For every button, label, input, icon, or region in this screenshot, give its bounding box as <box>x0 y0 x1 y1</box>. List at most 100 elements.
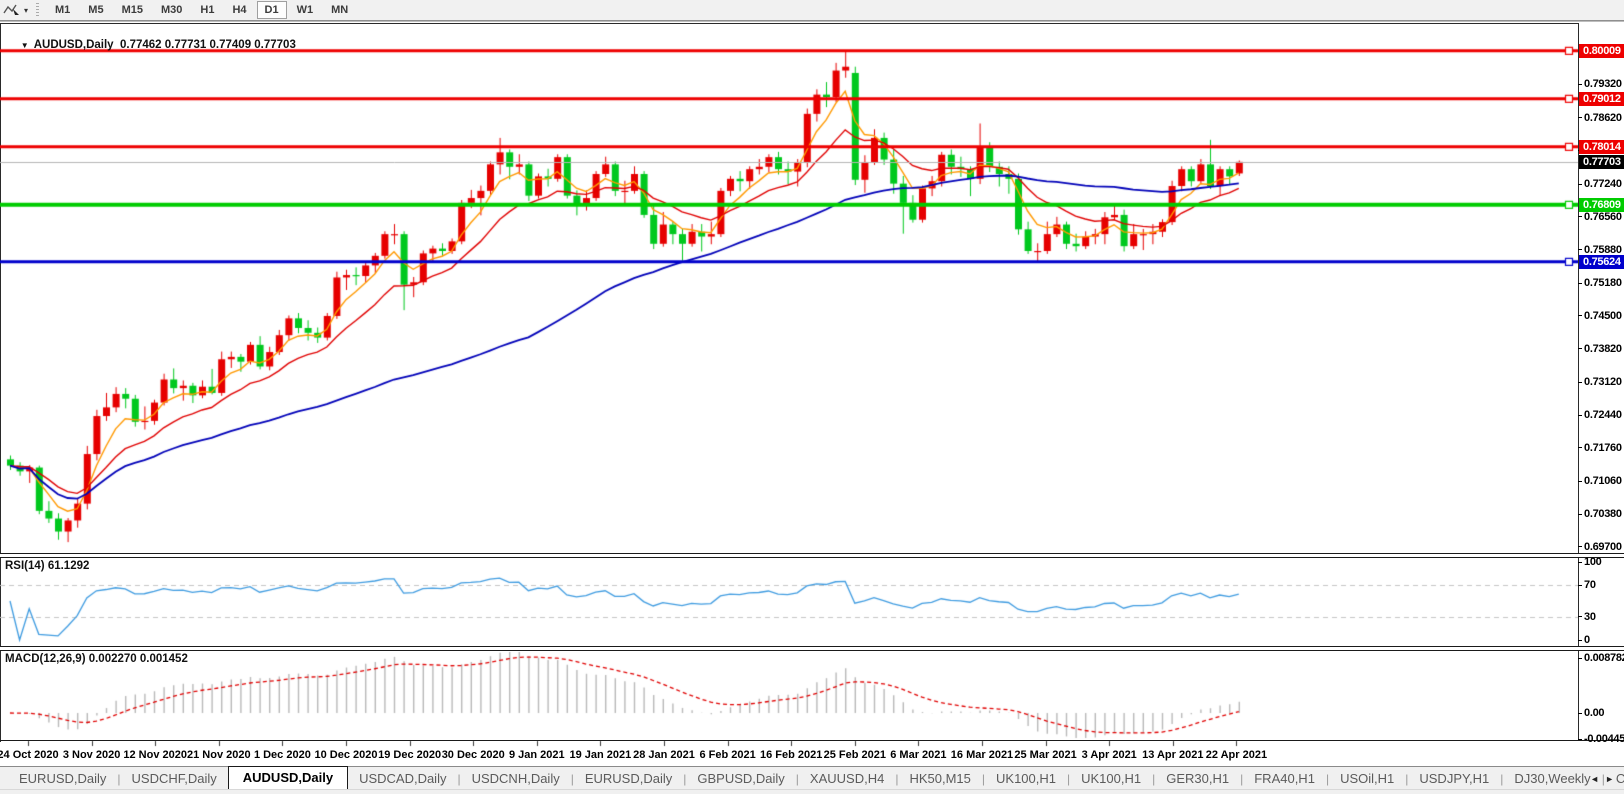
tab-dj30-weekly[interactable]: DJ30,Weekly <box>1503 769 1601 789</box>
price-tick-label: 0.72440 <box>1578 409 1622 421</box>
level-price-label[interactable]: 0.79012 <box>1579 92 1624 106</box>
price-tick-label: 0.70380 <box>1578 508 1622 520</box>
price-tick-label: 0.73120 <box>1578 376 1622 388</box>
date-label: 3 Nov 2020 <box>56 749 128 761</box>
tab-scroll-arrows[interactable]: ◄► <box>1590 774 1620 784</box>
date-label: 25 Mar 2021 <box>1010 749 1082 761</box>
chart-tool-dropdown-icon[interactable]: ▾ <box>24 6 28 15</box>
chart-menu-marker-icon[interactable]: ▼ <box>21 41 29 50</box>
tab-usdcnh-daily[interactable]: USDCNH,Daily <box>461 769 571 789</box>
axis-tick-mark <box>1578 117 1582 118</box>
bid-price-label: 0.77703 <box>1579 155 1624 169</box>
price-tick-label: 0.71060 <box>1578 475 1622 487</box>
level-price-label[interactable]: 0.75624 <box>1579 255 1624 269</box>
tab-gbpusd-daily[interactable]: GBPUSD,Daily <box>686 769 795 789</box>
timeframe-button-h1[interactable]: H1 <box>192 1 222 19</box>
axis-tick-mark <box>1578 216 1582 217</box>
status-bar <box>0 789 1624 794</box>
pane-splitter-rsi[interactable] <box>0 553 1624 558</box>
pane-splitter-macd[interactable] <box>0 646 1624 651</box>
tab-scroll-left-icon[interactable]: ◄ <box>1590 774 1605 784</box>
date-label: 1 Dec 2020 <box>246 749 318 761</box>
axis-tick-mark <box>1578 315 1582 316</box>
rsi-scale-label: 100 <box>1578 556 1601 568</box>
timeframe-button-w1[interactable]: W1 <box>289 1 322 19</box>
tab-uk100-h1[interactable]: UK100,H1 <box>1070 769 1152 789</box>
axis-tick-mark <box>1578 249 1582 250</box>
date-label: 6 Feb 2021 <box>692 749 764 761</box>
level-price-label[interactable]: 0.78014 <box>1579 140 1624 154</box>
date-label: 19 Jan 2021 <box>564 749 636 761</box>
timeframe-button-m15[interactable]: M15 <box>114 1 151 19</box>
macd-indicator-label: MACD(12,26,9) 0.002270 0.001452 <box>5 653 188 665</box>
date-label: 22 Apr 2021 <box>1200 749 1272 761</box>
tab-ger30-h1[interactable]: GER30,H1 <box>1155 769 1240 789</box>
date-label: 24 Oct 2020 <box>0 749 64 761</box>
rsi-scale-label: 30 <box>1578 611 1596 623</box>
axis-tick-mark <box>1578 514 1582 515</box>
axis-tick-mark <box>1578 382 1582 383</box>
price-tick-label: 0.75880 <box>1578 244 1622 256</box>
date-label: 12 Nov 2020 <box>119 749 191 761</box>
tab-hk50-m15[interactable]: HK50,M15 <box>898 769 981 789</box>
level-price-label[interactable]: 0.80009 <box>1579 44 1624 58</box>
price-tick-label: 0.76560 <box>1578 211 1622 223</box>
chart-canvas[interactable] <box>0 23 1578 766</box>
symbol-name: AUDUSD,Daily <box>34 39 114 51</box>
rsi-scale-label: 0 <box>1578 634 1590 646</box>
top-toolbar: ▾ M1M5M15M30H1H4D1W1MN <box>0 0 1624 21</box>
chart-symbol-title: ▼ AUDUSD,Daily 0.77462 0.77731 0.77409 0.… <box>8 27 296 63</box>
axis-tick-mark <box>1578 348 1582 349</box>
price-tick-label: 0.77240 <box>1578 178 1622 190</box>
level-price-label[interactable]: 0.76809 <box>1579 198 1624 212</box>
timeframe-buttons: M1M5M15M30H1H4D1W1MN <box>46 1 357 19</box>
timeframe-button-h4[interactable]: H4 <box>224 1 254 19</box>
date-label: 30 Dec 2020 <box>437 749 509 761</box>
timeframe-button-m5[interactable]: M5 <box>80 1 111 19</box>
axis-tick-mark <box>1578 84 1582 85</box>
price-tick-label: 0.78620 <box>1578 112 1622 124</box>
macd-scale-label: 0.00 <box>1578 707 1604 719</box>
axis-tick-mark <box>1578 283 1582 284</box>
date-label: 16 Mar 2021 <box>946 749 1018 761</box>
tab-usdchf-daily[interactable]: USDCHF,Daily <box>121 769 228 789</box>
axis-tick-mark <box>1578 415 1582 416</box>
price-tick-label: 0.74500 <box>1578 310 1622 322</box>
date-label: 9 Jan 2021 <box>501 749 573 761</box>
tab-eurusd-daily[interactable]: EURUSD,Daily <box>8 769 117 789</box>
tab-uk100-h1[interactable]: UK100,H1 <box>985 769 1067 789</box>
macd-scale-label: 0.008782 <box>1578 652 1624 664</box>
price-tick-label: 0.75180 <box>1578 277 1622 289</box>
ohlc-values: 0.77462 0.77731 0.77409 0.77703 <box>120 39 296 51</box>
price-tick-label: 0.73820 <box>1578 343 1622 355</box>
timeframe-button-mn[interactable]: MN <box>323 1 356 19</box>
tab-usdjpy-h1[interactable]: USDJPY,H1 <box>1408 769 1500 789</box>
chart-bottom-border <box>0 740 1624 741</box>
window-divider <box>0 21 1624 22</box>
price-tick-label: 0.79320 <box>1578 78 1622 90</box>
tab-usoil-h1[interactable]: USOil,H1 <box>1329 769 1405 789</box>
chart-cursor-tool-icon[interactable] <box>0 2 24 18</box>
date-label: 3 Apr 2021 <box>1073 749 1145 761</box>
date-label: 28 Jan 2021 <box>628 749 700 761</box>
timeframe-button-m30[interactable]: M30 <box>153 1 190 19</box>
timeframe-button-d1[interactable]: D1 <box>257 1 287 19</box>
tab-fra40-h1[interactable]: FRA40,H1 <box>1243 769 1326 789</box>
axis-tick-mark <box>1578 546 1582 547</box>
tab-usdcad-daily[interactable]: USDCAD,Daily <box>348 769 457 789</box>
tab-audusd-daily[interactable]: AUDUSD,Daily <box>228 766 348 789</box>
rsi-indicator-label: RSI(14) 61.1292 <box>5 560 89 572</box>
rsi-scale-label: 70 <box>1578 579 1596 591</box>
axis-tick-mark <box>1578 481 1582 482</box>
timeframe-button-m1[interactable]: M1 <box>47 1 78 19</box>
tab-xauusd-h4[interactable]: XAUUSD,H4 <box>799 769 895 789</box>
date-label: 16 Feb 2021 <box>755 749 827 761</box>
date-label: 21 Nov 2020 <box>183 749 255 761</box>
macd-scale-label: -0.004451 <box>1578 733 1624 745</box>
tab-eurusd-daily[interactable]: EURUSD,Daily <box>574 769 683 789</box>
date-label: 10 Dec 2020 <box>310 749 382 761</box>
symbol-tab-bar: EURUSD,Daily|USDCHF,DailyAUDUSD,DailyUSD… <box>0 766 1624 789</box>
price-tick-label: 0.71760 <box>1578 442 1622 454</box>
tab-scroll-right-icon[interactable]: ► <box>1605 774 1620 784</box>
price-tick-label: 0.69700 <box>1578 541 1622 553</box>
